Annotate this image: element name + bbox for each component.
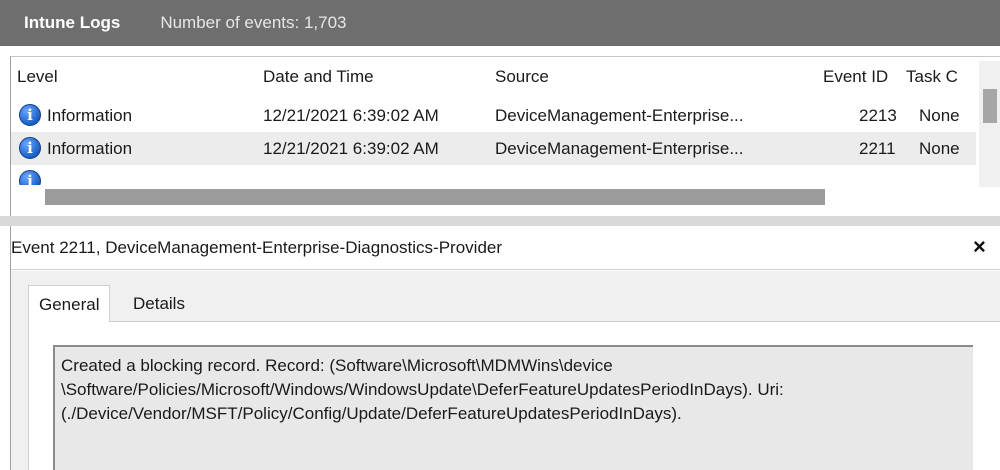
event-detail-body: General Details Created a blocking recor… <box>11 271 1000 470</box>
row-task-category: None <box>919 106 960 125</box>
tab-general[interactable]: General <box>28 285 111 322</box>
information-icon: i <box>19 104 41 126</box>
log-name: Intune Logs <box>24 13 121 32</box>
event-message[interactable]: Created a blocking record. Record: (Soft… <box>53 345 973 470</box>
row-task-category: None <box>919 139 960 158</box>
row-date-time: 12/21/2021 6:39:02 AM <box>263 106 439 125</box>
close-icon[interactable]: × <box>973 234 986 260</box>
row-source: DeviceManagement-Enterprise... <box>495 106 744 125</box>
row-level: Information <box>47 139 133 158</box>
event-detail-pane: Event 2211, DeviceManagement-Enterprise-… <box>10 226 1000 470</box>
column-header-event-id[interactable]: Event ID <box>823 67 888 87</box>
event-detail-header: Event 2211, DeviceManagement-Enterprise-… <box>11 226 1000 270</box>
tab-details[interactable]: Details <box>123 285 195 321</box>
event-message-line: \Software/Policies/Microsoft/Windows/Win… <box>61 380 784 399</box>
column-header-level[interactable]: Level <box>17 67 58 87</box>
log-titlebar: Intune Logs Number of events: 1,703 <box>0 0 1000 46</box>
information-icon: i <box>19 170 41 185</box>
row-source: DeviceManagement-Enterprise... <box>495 139 744 158</box>
event-detail-title: Event 2211, DeviceManagement-Enterprise-… <box>11 238 503 257</box>
event-message-line: (./Device/Vendor/MSFT/Policy/Config/Upda… <box>61 404 682 423</box>
event-list-header: Level Date and Time Source Event ID Task… <box>11 57 1000 97</box>
vertical-scrollbar-thumb[interactable] <box>983 89 997 123</box>
column-header-source[interactable]: Source <box>495 67 549 87</box>
event-message-line: Created a blocking record. Record: (Soft… <box>61 356 613 375</box>
event-count: Number of events: 1,703 <box>160 13 347 32</box>
row-event-id: 2211 <box>859 139 896 158</box>
table-row-partial[interactable]: i <box>11 165 976 185</box>
pane-splitter[interactable] <box>0 216 1000 226</box>
vertical-scrollbar[interactable] <box>979 61 1000 187</box>
horizontal-scrollbar-thumb[interactable] <box>45 189 825 205</box>
general-tab-panel: Created a blocking record. Record: (Soft… <box>28 321 1000 470</box>
information-icon: i <box>19 137 41 159</box>
row-level: Information <box>47 106 133 125</box>
event-list: Level Date and Time Source Event ID Task… <box>10 56 1000 216</box>
row-date-time: 12/21/2021 6:39:02 AM <box>263 139 439 158</box>
table-row-selected[interactable]: i Information 12/21/2021 6:39:02 AM Devi… <box>11 132 976 165</box>
table-row[interactable]: i Information 12/21/2021 6:39:02 AM Devi… <box>11 99 976 132</box>
column-header-date-time[interactable]: Date and Time <box>263 67 374 87</box>
row-event-id: 2213 <box>859 106 897 125</box>
column-header-task-category[interactable]: Task C <box>906 67 976 87</box>
